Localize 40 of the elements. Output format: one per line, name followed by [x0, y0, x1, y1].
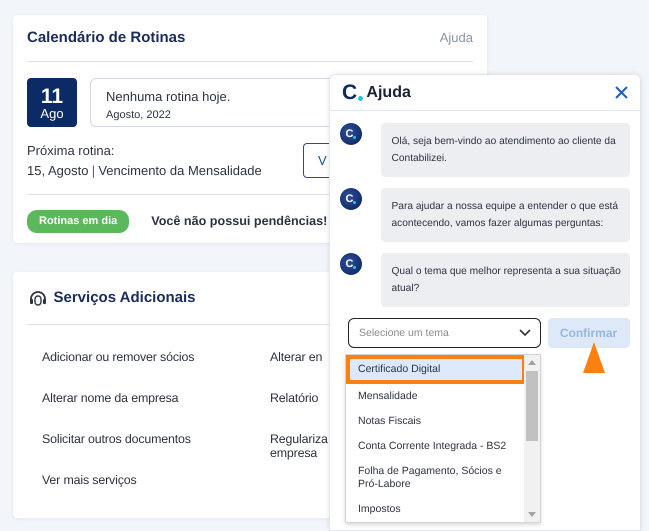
next-routine-label: Próxima rotina: — [27, 142, 116, 160]
separator: | — [92, 162, 96, 180]
bot-avatar: C — [340, 123, 362, 145]
headset-icon — [29, 290, 47, 306]
panel-title: Ajuda — [366, 82, 411, 102]
chevron-down-icon[interactable] — [519, 329, 531, 337]
day-number: 11 — [40, 86, 64, 106]
status-badge: Rotinas em dia — [27, 210, 130, 232]
close-button[interactable] — [615, 86, 628, 99]
status-message: Você não possui pendências! — [151, 212, 328, 230]
scroll-down-icon[interactable] — [528, 512, 536, 517]
chat-message: Qual o tema que melhor representa a sua situação atual? — [380, 253, 630, 307]
service-link[interactable]: Ver mais serviços — [42, 474, 137, 488]
option-item[interactable]: Certificado Digital — [346, 355, 526, 384]
service-link[interactable]: Alterar en — [270, 351, 322, 365]
service-link[interactable]: Alterar nome da empresa — [42, 392, 178, 406]
scroll-up-icon[interactable] — [528, 360, 536, 365]
service-link[interactable]: Relatório — [270, 392, 318, 406]
bot-avatar: C — [340, 253, 362, 275]
pointer-arrow-icon — [583, 342, 605, 373]
scrollbar[interactable] — [524, 355, 540, 522]
topic-select[interactable]: Selecione um tema — [348, 318, 541, 348]
card-title: Calendário de Rotinas — [27, 28, 186, 48]
service-link[interactable]: Regulariza empresa — [270, 433, 328, 460]
chat-message: Para ajudar a nossa equipe a entender o que está acontecendo, vamos fazer algumas perguntas: — [380, 188, 630, 242]
bot-avatar: C — [340, 188, 362, 210]
card-title: Serviços Adicionais — [54, 288, 196, 308]
today-period: Agosto, 2022 — [106, 108, 171, 122]
next-routine-date: 15, Agosto — [27, 162, 88, 180]
option-item[interactable]: Impostos — [346, 497, 526, 522]
logo-dot-icon — [358, 96, 364, 101]
today-message: Nenhuma rotina hoje. — [106, 88, 230, 106]
month-label: Ago — [40, 106, 64, 120]
view-button[interactable]: V — [303, 143, 329, 178]
service-link[interactable]: Solicitar outros documentos — [42, 433, 191, 447]
scroll-thumb[interactable] — [526, 371, 538, 441]
logo: C — [342, 82, 364, 103]
chat-message: Olá, seja bem-vindo ao atendimento ao cliente da Contabilizei. — [380, 123, 630, 177]
service-link[interactable]: Adicionar ou remover sócios — [42, 351, 194, 365]
next-routine-name: Vencimento da Mensalidade — [98, 162, 262, 180]
